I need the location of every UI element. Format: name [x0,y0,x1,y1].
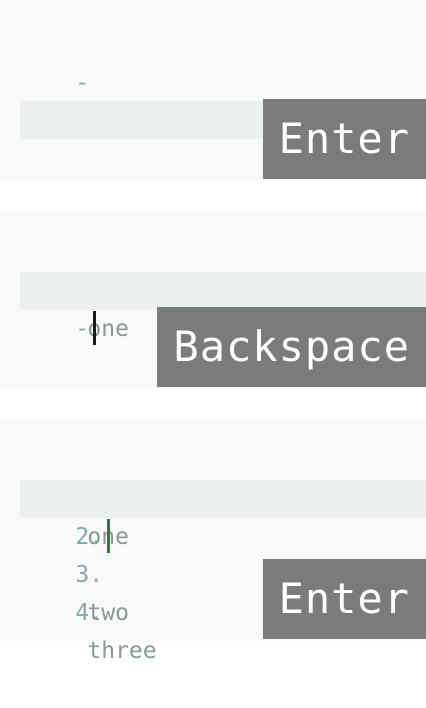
list-item[interactable]: 4. three [20,556,156,664]
editor-step-2: - one - Backspace [0,211,426,388]
text-cursor [93,310,97,345]
editor-step-3: 1. one 2. 3. two 4. three Enter [0,419,426,664]
list-item[interactable]: 3. two [20,518,129,626]
current-line[interactable]: 2. [20,480,426,553]
list-item[interactable]: - one [20,26,129,134]
list-item-text: three [87,638,157,664]
list-marker: - [75,316,90,342]
key-label-enter: Enter [262,559,426,639]
key-label-enter: Enter [262,99,426,179]
current-line[interactable]: - [20,272,426,345]
key-label-backspace: Backspace [157,307,426,387]
editor-step-1: - one Enter [0,0,426,180]
list-item[interactable]: 1. one [20,442,129,550]
list-item[interactable]: - one [20,234,129,342]
list-marker: - [75,70,90,96]
list-marker: 4. [75,600,104,626]
